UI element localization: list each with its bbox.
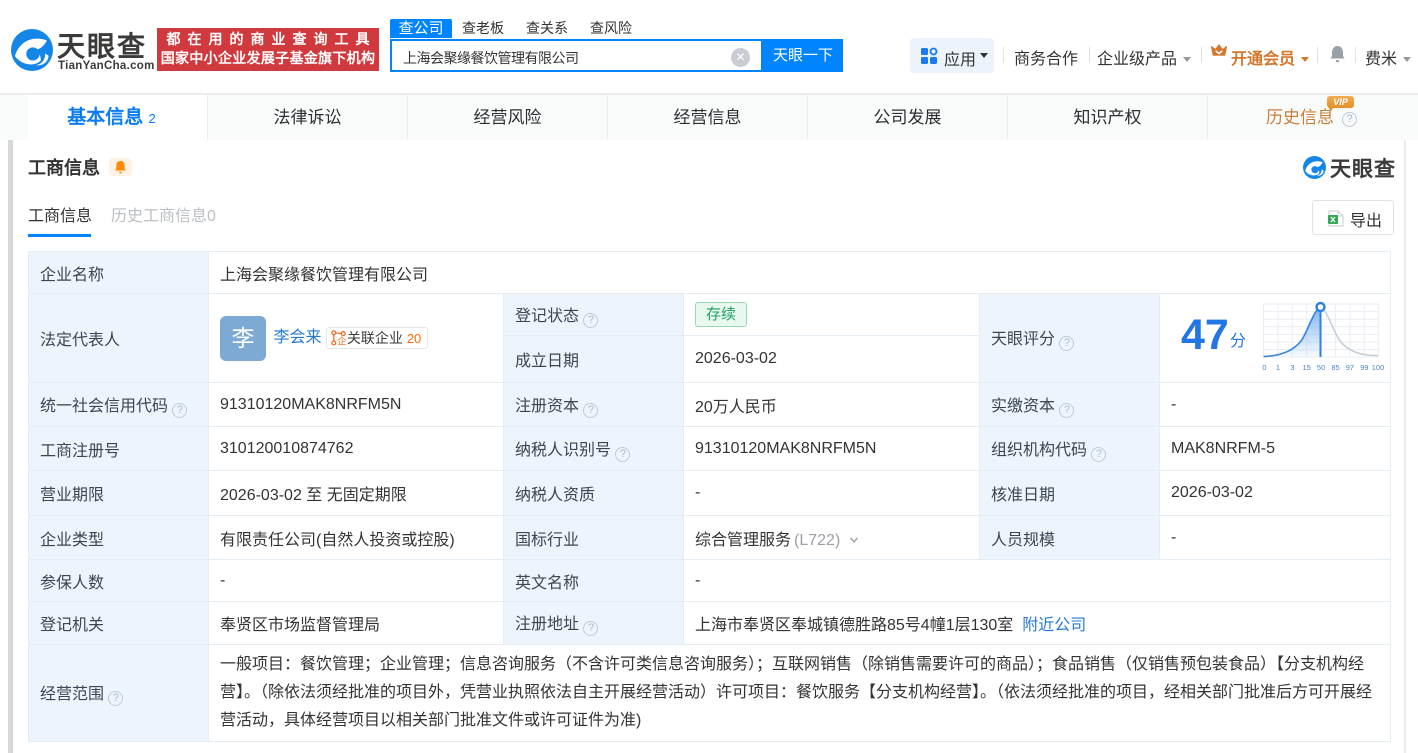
svg-text:1: 1: [1276, 363, 1280, 372]
svg-text:15: 15: [1303, 363, 1311, 372]
svg-text:企: 企: [337, 336, 347, 347]
svg-text:0: 0: [1262, 363, 1266, 372]
svg-text:99: 99: [1360, 363, 1368, 372]
svg-text:50: 50: [1317, 363, 1325, 372]
svg-text:97: 97: [1346, 363, 1354, 372]
svg-text:3: 3: [1290, 363, 1294, 372]
svg-text:100: 100: [1372, 363, 1385, 372]
svg-text:85: 85: [1331, 363, 1339, 372]
